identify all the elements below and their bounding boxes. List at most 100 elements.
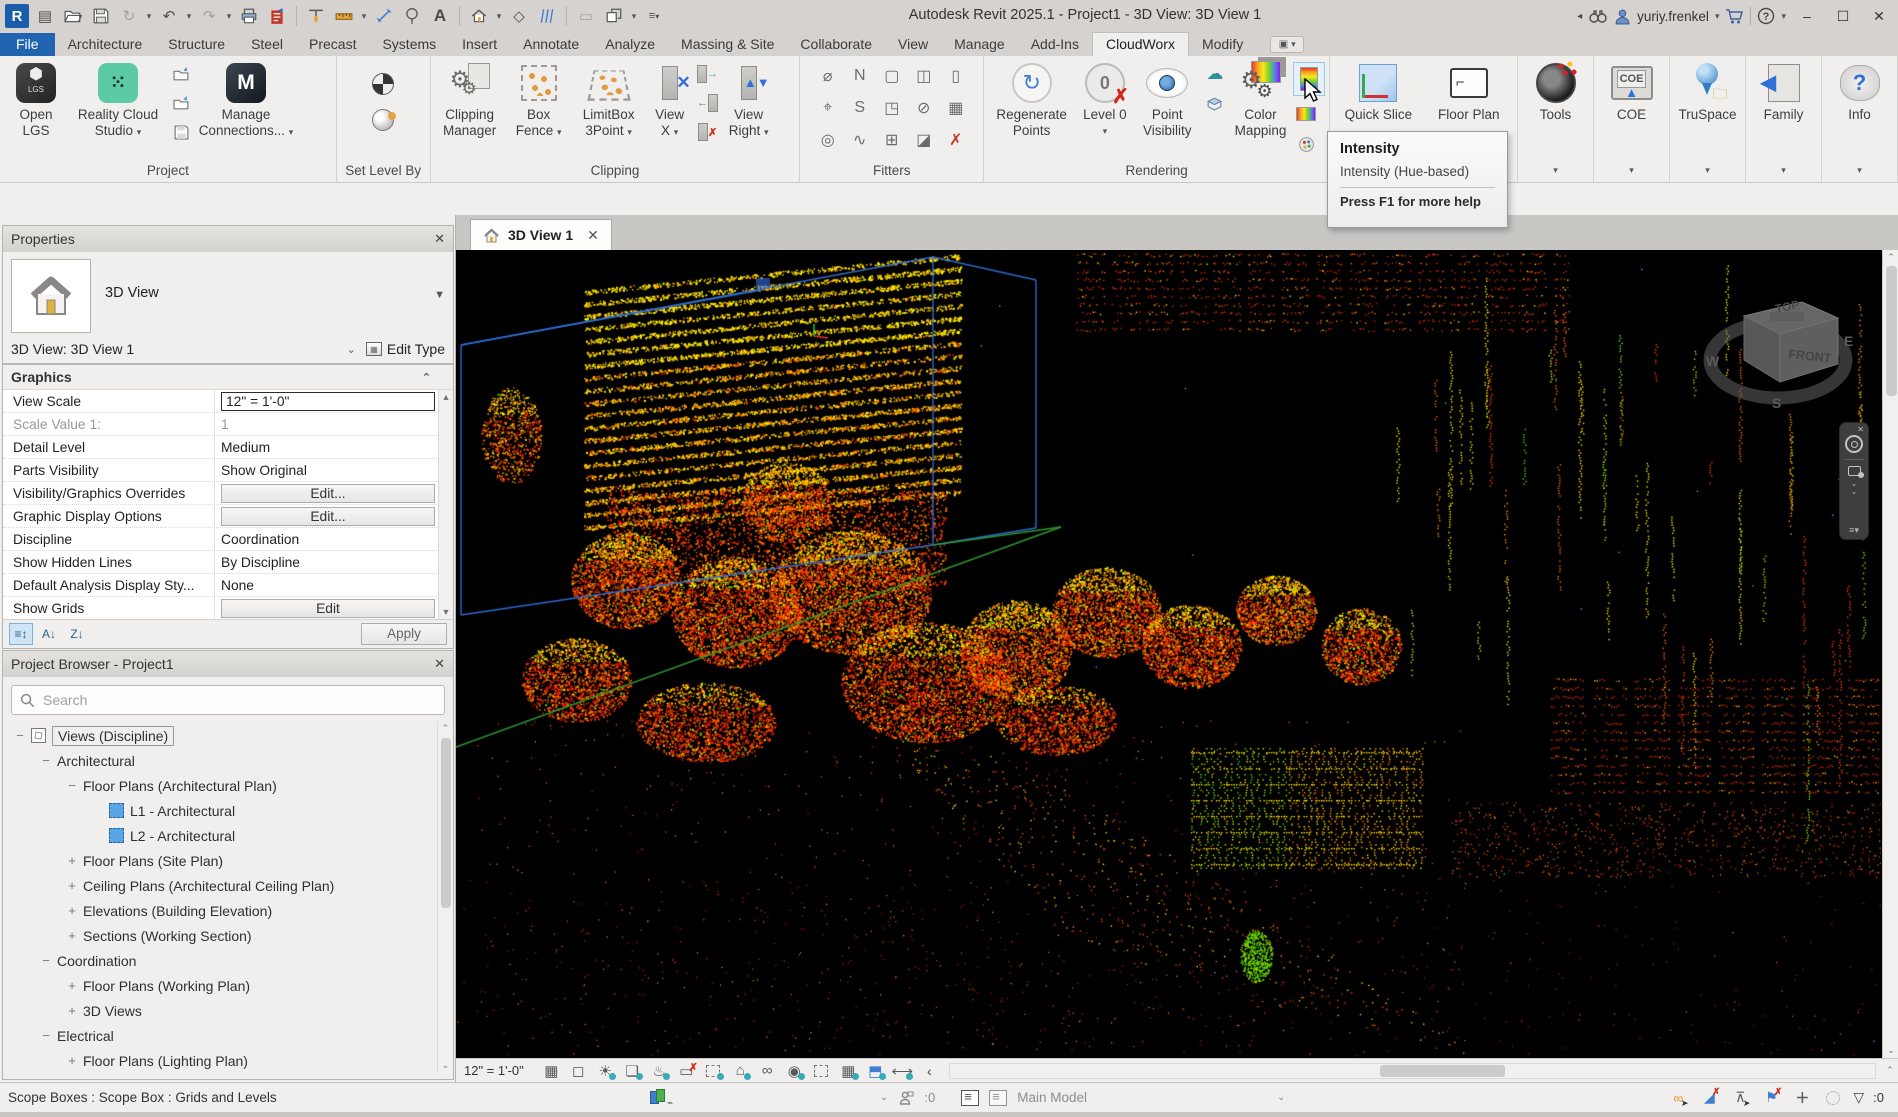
tree-item[interactable]: L2 - Architectural (3, 823, 453, 848)
regenerate-points-button[interactable]: ↻ Regenerate Points (988, 58, 1075, 156)
design-options-icon[interactable] (961, 1090, 979, 1106)
scroll-down-icon[interactable]: ⌄ (442, 1060, 450, 1071)
sun-path-icon[interactable]: ☀ (592, 1060, 619, 1082)
sort-az-button[interactable]: A↓ (37, 623, 61, 645)
cloud-update-icon[interactable]: ☁ (1202, 62, 1228, 86)
level-sphere-icon[interactable] (370, 72, 396, 96)
selected-type[interactable]: 3D View: 3D View 1 (11, 341, 134, 357)
disconnect-fitting-icon[interactable]: ✗ (949, 130, 962, 150)
collapse-icon[interactable]: − (65, 778, 79, 793)
search-binoculars-icon[interactable] (1588, 0, 1608, 32)
username-text[interactable]: yuriy.frenkel (1637, 9, 1709, 24)
tree-item[interactable]: +Ceiling Plans (Architectural Ceiling Pl… (3, 873, 453, 898)
crop-view-icon[interactable]: ▭✗ (673, 1060, 700, 1082)
undo-icon[interactable]: ↶ (156, 3, 182, 29)
viewcube[interactable]: W S E TOP FRONT (1698, 286, 1858, 421)
close-button[interactable]: ✕ (1864, 1, 1894, 31)
box-fence-button[interactable]: Box Fence ▾ (507, 58, 571, 156)
unlocked-view-icon[interactable]: ⌂ (727, 1060, 754, 1082)
navbar-menu-icon[interactable]: ≡▾ (1849, 525, 1859, 536)
tree-item[interactable]: +Sections (Working Section) (3, 923, 453, 948)
truspace-button[interactable]: 🗀TruSpace (1674, 58, 1741, 156)
panel-label-project[interactable]: Project (0, 158, 336, 182)
redo-dropdown[interactable]: ▾ (224, 11, 234, 22)
help-icon[interactable]: ? (1757, 0, 1775, 32)
property-value[interactable]: Show Original (215, 459, 453, 481)
type-selector-dropdown[interactable]: ▼ (434, 289, 445, 301)
ramp-fitting-icon[interactable]: ◪ (916, 130, 931, 150)
panel-label-clipping[interactable]: Clipping (431, 158, 800, 182)
point-cloud-canvas[interactable] (456, 250, 1881, 1058)
tab-structure[interactable]: Structure (155, 33, 238, 56)
file-properties-icon[interactable]: ▤ (32, 3, 58, 29)
switch-windows-icon[interactable] (601, 3, 627, 29)
reveal-hidden-icon[interactable]: ◉ (781, 1060, 808, 1082)
design-options-dropdown[interactable]: ⌄ (1277, 1092, 1285, 1103)
collapse-view-bar-icon[interactable]: ‹ (916, 1060, 943, 1082)
tab-cloudworx[interactable]: CloudWorx (1092, 32, 1189, 56)
print-icon[interactable] (236, 3, 262, 29)
browser-scrollbar[interactable]: ⌃ ⌄ (437, 721, 453, 1073)
tab-add-ins[interactable]: Add-Ins (1018, 33, 1092, 56)
tab-massing-site[interactable]: Massing & Site (668, 33, 787, 56)
cylinder-fitting-icon[interactable]: ▯ (951, 66, 960, 86)
measure-dropdown[interactable]: ▾ (359, 11, 369, 22)
panel-label-rendering[interactable]: Rendering (984, 158, 1329, 182)
tab-steel[interactable]: Steel (238, 33, 296, 56)
edit-button[interactable]: Edit (221, 599, 435, 618)
editing-requests-icon[interactable] (898, 1090, 914, 1106)
shadows-toggle-icon[interactable]: ❏ (619, 1060, 646, 1082)
pick-active-option-icon[interactable] (989, 1090, 1007, 1106)
property-value[interactable]: Edit (215, 597, 453, 619)
panel-label-fitters[interactable]: Fitters (800, 158, 983, 182)
canvas-horizontal-scrollbar[interactable] (949, 1063, 1876, 1079)
panel-dropdown-tools[interactable]: ▾ (1518, 158, 1593, 182)
detail-level-icon[interactable]: ▦ (538, 1060, 565, 1082)
view-x-button[interactable]: ✕ View X ▾ (647, 58, 693, 156)
properties-scrollbar[interactable]: ▲ ▼ (438, 390, 453, 619)
tab-insert[interactable]: Insert (449, 33, 510, 56)
level-0-button[interactable]: 0✗ Level 0 ▾ (1077, 58, 1132, 156)
tab-precast[interactable]: Precast (296, 33, 369, 56)
workset-dropdown[interactable]: ⌄ (880, 1092, 888, 1103)
scroll-up-icon[interactable]: ⌃ (1887, 252, 1895, 263)
level-point-icon[interactable] (370, 108, 396, 132)
tree-item[interactable]: −Views (Discipline) (3, 723, 453, 748)
panel-label-set-level-by[interactable]: Set Level By (337, 158, 430, 182)
displacement-icon[interactable]: ▦ (835, 1060, 862, 1082)
intensity-photo-icon[interactable] (1293, 102, 1319, 126)
expand-icon[interactable]: + (65, 1053, 79, 1068)
coe-button[interactable]: COE▲COE (1598, 58, 1665, 156)
tree-item[interactable]: L1 - Architectural (3, 798, 453, 823)
tree-item[interactable]: −Electrical (3, 1023, 453, 1048)
worksets-icon[interactable]: ⌁ (650, 1089, 670, 1107)
slice-forward-icon[interactable]: → (695, 62, 721, 86)
save-icon[interactable] (88, 3, 114, 29)
scroll-down-icon[interactable]: ▼ (442, 607, 451, 617)
export-icon[interactable] (264, 3, 290, 29)
palette-icon[interactable] (1293, 132, 1319, 156)
tab-view[interactable]: View (885, 33, 941, 56)
property-value[interactable]: By Discipline (215, 551, 453, 573)
open-icon[interactable] (60, 3, 86, 29)
tag-icon[interactable] (399, 3, 425, 29)
tab-manage[interactable]: Manage (941, 33, 1018, 56)
view-scale-button[interactable]: 12" = 1'-0" (464, 1063, 524, 1078)
slice-off-icon[interactable]: ✗ (695, 120, 721, 144)
find-fitting-icon[interactable]: ⌖ (823, 99, 832, 117)
color-mapping-button[interactable]: ⚙⚙ Color Mapping (1230, 58, 1291, 156)
selector-dropdown[interactable]: ⌄ (347, 343, 366, 356)
conduit-fitting-icon[interactable]: ⊘ (917, 98, 930, 118)
apply-button[interactable]: Apply (361, 623, 447, 645)
measure-icon[interactable] (331, 3, 357, 29)
steel-fitting-icon[interactable]: S (854, 99, 865, 117)
temporary-hide-isolate-icon[interactable]: ∞ (754, 1060, 781, 1082)
view-tab-close-icon[interactable]: ✕ (587, 227, 599, 244)
tab-file[interactable]: File (0, 33, 55, 56)
panel-dropdown-coe[interactable]: ▾ (1594, 158, 1669, 182)
edit-button[interactable]: Edit... (221, 484, 435, 503)
expand-icon[interactable]: + (65, 928, 79, 943)
project-browser-close-icon[interactable]: ✕ (434, 656, 445, 672)
duct-fitting-icon[interactable]: ▢ (884, 66, 899, 86)
snap-box-icon[interactable] (1202, 91, 1228, 115)
